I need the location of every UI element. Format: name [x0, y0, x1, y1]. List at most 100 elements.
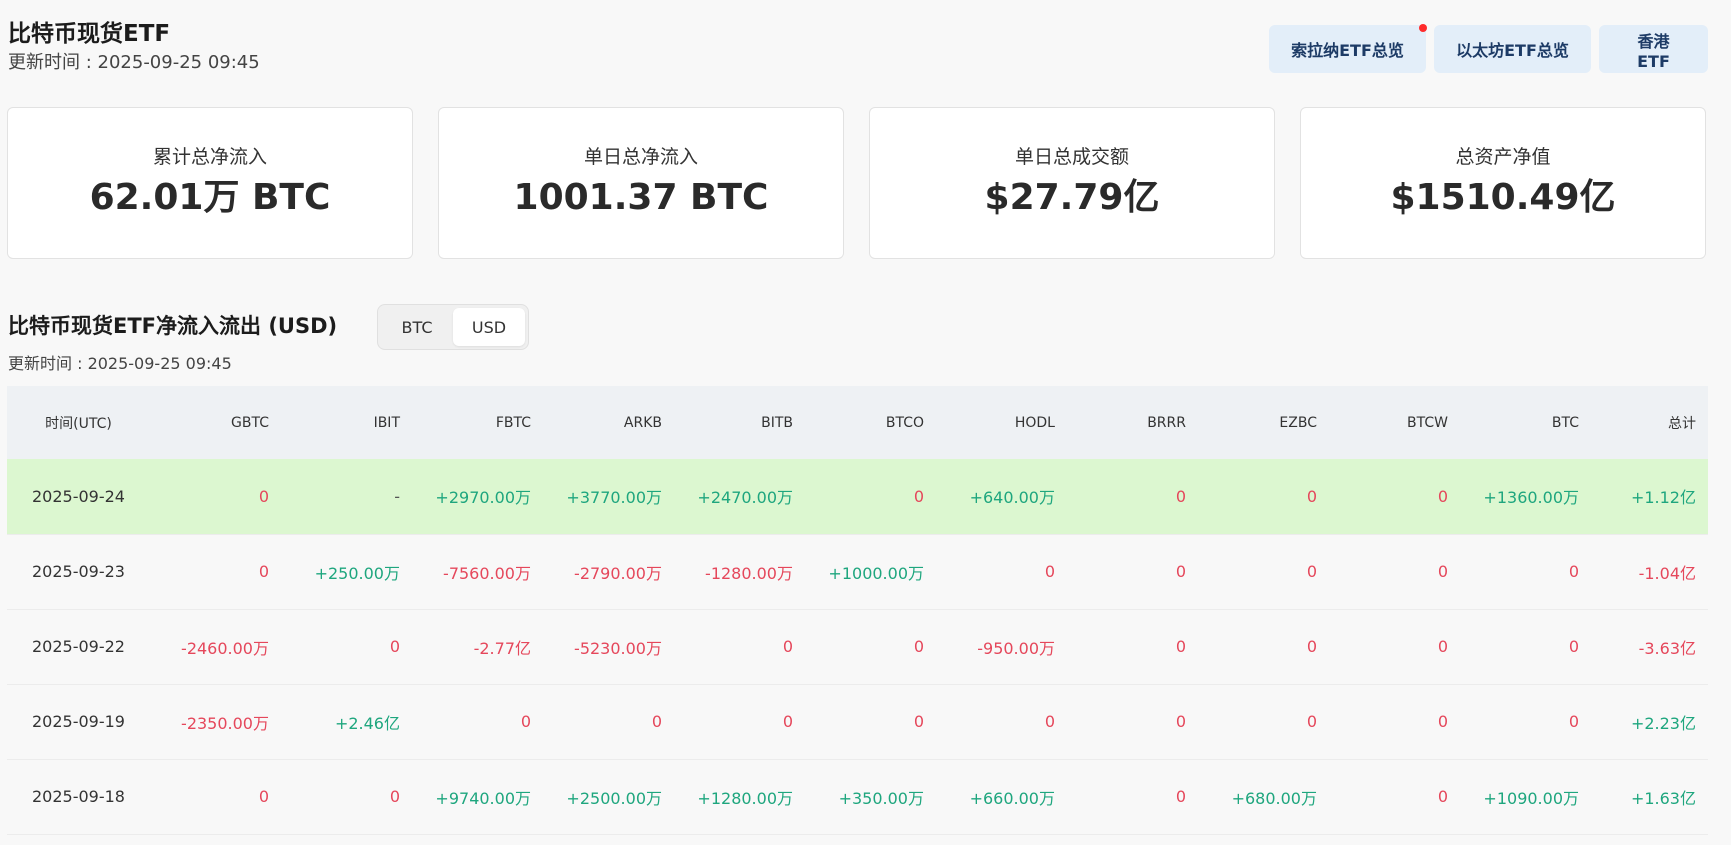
flow-cell: 0 — [1175, 486, 1186, 506]
toggle-usd-button[interactable]: USD — [453, 308, 525, 346]
flow-cell: 0 — [520, 712, 531, 731]
column-header: EZBC — [1279, 414, 1317, 431]
date-cell: 2025-09-18 — [32, 787, 125, 806]
flow-cell: +2470.00万 — [697, 488, 793, 508]
flow-cell: 0 — [1568, 637, 1579, 656]
flow-cell: +1090.00万 — [1483, 788, 1579, 808]
flow-cell: +1.12亿 — [1630, 488, 1696, 508]
flow-cell: +2.46亿 — [334, 713, 400, 733]
flow-cell: -1.04亿 — [1638, 563, 1696, 583]
flow-cell: +2500.00万 — [566, 788, 662, 808]
flows-section-title: 比特币现货ETF净流入流出 (USD) — [8, 314, 338, 338]
column-header: FBTC — [495, 414, 531, 431]
flow-cell: -1280.00万 — [705, 563, 793, 583]
flow-cell: 0 — [1306, 486, 1317, 506]
flow-cell: +1000.00万 — [828, 563, 924, 583]
update-time: 更新时间 : 2025-09-25 09:45 — [8, 52, 260, 73]
column-header: BRRR — [1147, 414, 1186, 431]
stat-card-total-nav: 总资产净值 $1510.49亿 — [1300, 107, 1706, 259]
stat-value: 62.01万 BTC — [89, 177, 331, 218]
flow-cell: -7560.00万 — [443, 563, 531, 583]
flow-cell: 0 — [1044, 562, 1055, 581]
flow-cell: 0 — [1437, 787, 1448, 806]
table-row: 2025-09-24 0 - +2970.00万 +3770.00万 +2470.00万 0… — [7, 459, 1708, 534]
table-header-row: 时间(UTC) GBTC IBIT FBTC ARKB BITB BTCO HODL BRRR E… — [7, 386, 1708, 459]
flow-cell: +660.00万 — [969, 788, 1055, 808]
flow-cell: +350.00万 — [838, 788, 924, 808]
flow-cell: 0 — [1175, 562, 1186, 581]
flow-cell: 0 — [1437, 637, 1448, 656]
stat-label: 总资产净值 — [1455, 146, 1551, 168]
flow-cell: 0 — [913, 712, 924, 731]
flow-cell: +640.00万 — [969, 488, 1055, 508]
flow-cell: 0 — [913, 486, 924, 506]
page-title: 比特币现货ETF — [8, 21, 171, 47]
column-header: BTCO — [885, 414, 924, 431]
stat-card-cumulative-inflow: 累计总净流入 62.01万 BTC — [7, 107, 413, 259]
solana-etf-overview-label: 索拉纳ETF总览 — [1291, 41, 1404, 60]
date-cell: 2025-09-22 — [32, 637, 125, 656]
flow-cell: +250.00万 — [314, 563, 400, 583]
date-cell: 2025-09-23 — [32, 562, 125, 581]
flow-cell: 0 — [1568, 712, 1579, 731]
flow-cell: 0 — [389, 787, 400, 806]
flow-cell: -950.00万 — [977, 638, 1055, 658]
column-header: BTC — [1551, 414, 1579, 431]
hongkong-etf-label: 香港 ETF — [1637, 31, 1670, 71]
date-cell: 2025-09-19 — [32, 712, 125, 731]
ethereum-etf-overview-button[interactable]: 以太坊ETF总览 — [1434, 25, 1591, 73]
flow-cell: 0 — [1306, 562, 1317, 581]
flow-cell: 0 — [389, 637, 400, 656]
flow-cell: 0 — [1175, 637, 1186, 656]
flow-cell: +2970.00万 — [435, 488, 531, 508]
flow-cell: +680.00万 — [1231, 788, 1317, 808]
hongkong-etf-button[interactable]: 香港 ETF — [1599, 25, 1708, 73]
table-row: 2025-09-22 -2460.00万 0 -2.77亿 -5230.00万 0 0 -95… — [7, 609, 1708, 684]
stat-cards: 累计总净流入 62.01万 BTC 单日总净流入 1001.37 BTC 单日总… — [7, 107, 1706, 259]
column-header: 时间(UTC) — [45, 415, 112, 432]
table-body: 2025-09-24 0 - +2970.00万 +3770.00万 +2470.00万 0… — [7, 459, 1708, 834]
notification-dot-icon — [1419, 24, 1427, 32]
stat-label: 单日总成交额 — [1014, 146, 1129, 168]
flow-cell: -5230.00万 — [574, 638, 662, 658]
flow-cell: +1360.00万 — [1483, 488, 1579, 508]
solana-etf-overview-button[interactable]: 索拉纳ETF总览 — [1269, 24, 1427, 73]
flow-cell: 0 — [913, 637, 924, 656]
flow-cell: 0 — [1437, 486, 1448, 506]
column-header: BITB — [761, 414, 793, 431]
flow-cell: -3.63亿 — [1638, 638, 1696, 658]
nav-buttons: 索拉纳ETF总览 以太坊ETF总览 香港 ETF — [1269, 24, 1708, 73]
flow-cell: -2460.00万 — [181, 638, 269, 658]
toggle-btc-button[interactable]: BTC — [381, 308, 453, 346]
flow-cell: 0 — [258, 486, 269, 506]
column-header: BTCW — [1407, 414, 1448, 431]
flow-cell: 0 — [1306, 712, 1317, 731]
flow-cell: +9740.00万 — [435, 788, 531, 808]
stat-label: 单日总净流入 — [583, 146, 698, 168]
flow-cell: +1.63亿 — [1630, 788, 1696, 808]
stat-value: 1001.37 BTC — [513, 177, 769, 218]
flow-cell: 0 — [782, 637, 793, 656]
flow-cell: 0 — [782, 712, 793, 731]
table-row: 2025-09-19 -2350.00万 +2.46亿 0 0 0 0 0 0 0 0 0 +2.23亿 — [7, 684, 1708, 759]
flow-cell: -2.77亿 — [473, 638, 531, 658]
flow-cell: +3770.00万 — [566, 488, 662, 508]
column-header: HODL — [1014, 414, 1055, 431]
column-header: IBIT — [373, 414, 400, 431]
flow-cell: -2790.00万 — [574, 563, 662, 583]
flow-cell: 0 — [1175, 787, 1186, 806]
flow-cell: 0 — [1306, 637, 1317, 656]
column-header: GBTC — [231, 414, 269, 431]
stat-card-daily-inflow: 单日总净流入 1001.37 BTC — [438, 107, 844, 259]
flow-cell: 0 — [258, 562, 269, 581]
unit-toggle: BTC USD — [377, 304, 529, 350]
column-header: 总计 — [1668, 415, 1696, 432]
flow-cell: - — [394, 486, 400, 506]
stat-label: 累计总净流入 — [152, 146, 267, 168]
flow-cell: 0 — [1568, 562, 1579, 581]
table-row: 2025-09-23 0 +250.00万 -7560.00万 -2790.00万 -12… — [7, 534, 1708, 609]
flow-cell: 0 — [651, 712, 662, 731]
page: 比特币现货ETF 更新时间 : 2025-09-25 09:45 索拉纳ETF总… — [0, 0, 1731, 845]
stat-value: $1510.49亿 — [1390, 177, 1616, 218]
flow-cell: +2.23亿 — [1630, 713, 1696, 733]
